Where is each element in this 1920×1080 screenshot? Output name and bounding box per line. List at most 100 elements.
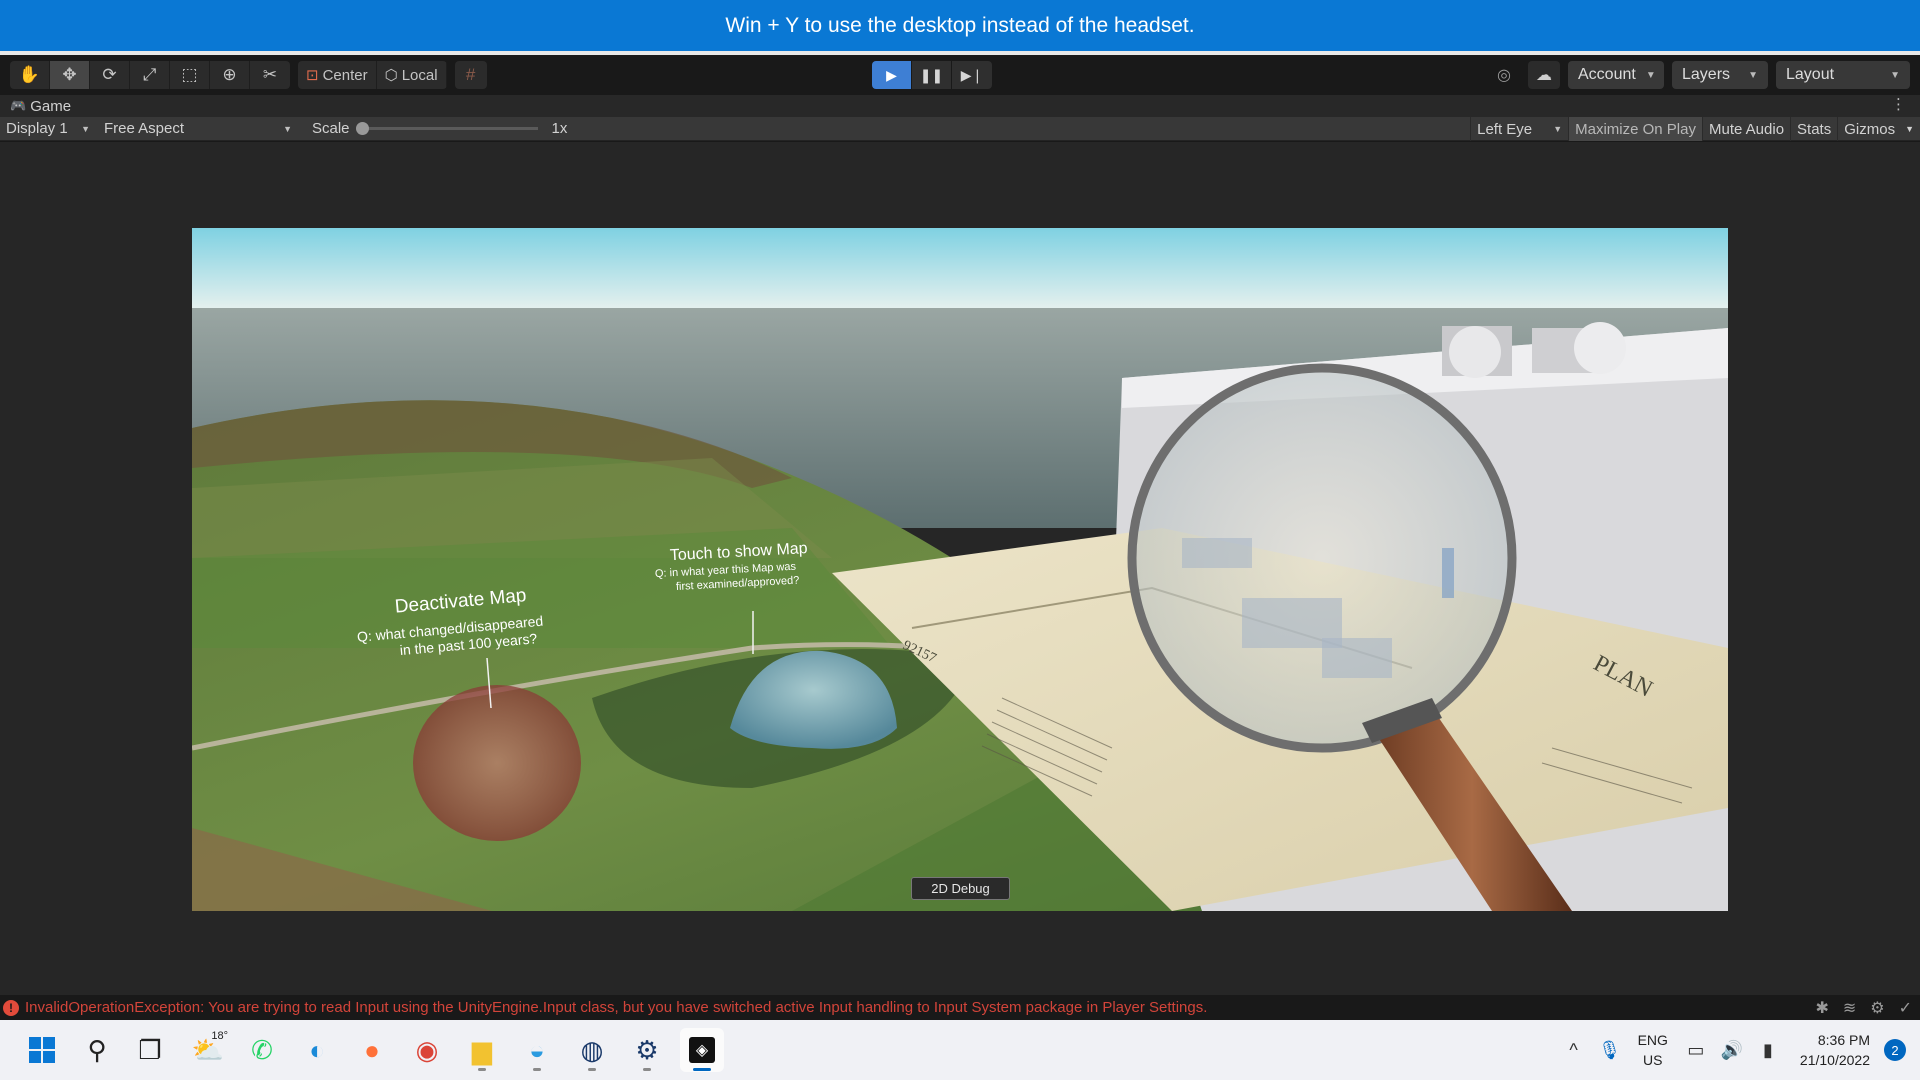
scale-slider[interactable] — [355, 122, 538, 135]
volume-icon[interactable]: 🔊 — [1714, 1040, 1750, 1061]
transform-tool-button[interactable]: ⊕ — [210, 61, 250, 89]
notification-badge[interactable]: 2 — [1884, 1039, 1906, 1061]
eye-dropdown[interactable]: Left Eye ▼ — [1470, 117, 1568, 141]
stats-toggle[interactable]: Stats — [1790, 117, 1837, 141]
start-button[interactable] — [20, 1028, 64, 1072]
tab-menu-button[interactable]: ⋮ — [1891, 95, 1906, 113]
account-dropdown[interactable]: Account ▼ — [1568, 61, 1664, 89]
rotate-tool-button[interactable]: ⟳ — [90, 61, 130, 89]
gamepad-icon: 🎮 — [10, 98, 27, 113]
chevron-down-icon: ▼ — [1553, 124, 1563, 134]
settings-app[interactable]: ⚙ — [625, 1028, 669, 1072]
tab-game-label: Game — [30, 97, 72, 115]
maximize-label: Maximize On Play — [1575, 120, 1696, 138]
system-tray: ^ 🎙 ENG US ▭ 🔊 ▮ 8:36 PM 21/10/2022 2 — [1556, 1020, 1920, 1080]
game-view-bar: Display 1 ▼ Free Aspect ▼ Scale 1x Left … — [0, 117, 1920, 141]
network-icon[interactable]: ▭ — [1678, 1040, 1714, 1061]
space-label: Local — [401, 66, 438, 84]
chrome-app[interactable]: ◉ — [405, 1028, 449, 1072]
chevron-up-icon[interactable]: ^ — [1556, 1040, 1592, 1061]
layers-stack-icon[interactable]: ≋ — [1843, 998, 1856, 1018]
tab-game[interactable]: 🎮 Game — [0, 98, 71, 115]
gizmos-dropdown[interactable]: ▼ — [1901, 117, 1920, 141]
snap-group: # — [454, 61, 487, 89]
cloud-icon: ☁ — [1536, 67, 1552, 84]
chrome-icon: ◉ — [415, 1034, 439, 1065]
display-label: Display 1 — [6, 120, 68, 137]
rect-tool-button[interactable]: ⬚ — [170, 61, 210, 89]
mixed-reality-portal-app[interactable]: ◒ — [515, 1028, 559, 1072]
account-label: Account — [1578, 66, 1636, 83]
step-button[interactable]: ▶❘ — [952, 61, 992, 89]
running-indicator — [533, 1068, 541, 1071]
2d-debug-button[interactable]: 2D Debug — [911, 877, 1010, 900]
task-view-button[interactable]: ❐ — [128, 1028, 172, 1072]
whatsapp-icon: ✆ — [251, 1034, 273, 1065]
gizmos-toggle[interactable]: Gizmos — [1837, 117, 1901, 141]
mute-audio-toggle[interactable]: Mute Audio — [1701, 117, 1790, 141]
layers-dropdown[interactable]: Layers ▼ — [1672, 61, 1768, 89]
maximize-on-play-toggle[interactable]: Maximize On Play — [1568, 117, 1702, 141]
windows-logo-icon — [29, 1037, 55, 1063]
collab-button[interactable]: ◎ — [1488, 61, 1520, 89]
firefox-app[interactable]: ● — [350, 1028, 394, 1072]
scale-value: 1x — [551, 120, 568, 137]
whatsapp-app[interactable]: ✆ — [240, 1028, 284, 1072]
2d-debug-label: 2D Debug — [931, 881, 990, 896]
search-icon: ⚲ — [87, 1034, 107, 1065]
play-controls: ▶ ❚❚ ▶❘ — [872, 61, 992, 89]
mute-label: Mute Audio — [1708, 120, 1785, 138]
active-indicator — [693, 1068, 711, 1071]
gear-icon: ⚙ — [635, 1034, 659, 1065]
custom-tool-icon: ✂ — [262, 65, 278, 84]
transform-icon: ⊕ — [222, 65, 237, 84]
pivot-local-button[interactable]: ⬡ Local — [377, 61, 447, 89]
banner-text: Win + Y to use the desktop instead of th… — [725, 13, 1195, 37]
battery-icon[interactable]: ▮ — [1750, 1040, 1786, 1061]
pivot-icon: ⊡ — [306, 67, 319, 84]
chevron-down-icon: ▼ — [1645, 69, 1656, 81]
settings-icon[interactable]: ⚙ — [1870, 998, 1884, 1018]
aspect-dropdown[interactable]: Free Aspect ▼ — [98, 117, 298, 141]
custom-tool-button[interactable]: ✂ — [250, 61, 290, 89]
scale-tool-button[interactable]: ⤢ — [130, 61, 170, 89]
move-tool-button[interactable]: ✥ — [50, 61, 90, 89]
running-indicator — [643, 1068, 651, 1071]
console-status-bar[interactable]: ! InvalidOperationException: You are try… — [0, 995, 1920, 1020]
scale-icon: ⤢ — [142, 65, 157, 84]
collab-icon: ◎ — [1497, 67, 1511, 84]
microphone-icon[interactable]: 🎙 — [1592, 1040, 1628, 1061]
windows-taskbar: ⚲ ❐ ⛅ 18° ✆ ◐ ● ◉ ▆ ◒ ◍ ⚙ ◈ ^ 🎙 ENG US ▭… — [0, 1020, 1920, 1080]
firefox-icon: ● — [364, 1034, 380, 1065]
clock[interactable]: 8:36 PM 21/10/2022 — [1800, 1030, 1870, 1070]
chevron-down-icon: ▼ — [1890, 69, 1900, 81]
error-message[interactable]: InvalidOperationException: You are tryin… — [25, 999, 1207, 1016]
status-icons: ✱ ≋ ⚙ ✓ — [1815, 998, 1912, 1018]
game-render[interactable]: 92157 PLAN Deactivate Map Q: what change… — [192, 228, 1728, 911]
play-button[interactable]: ▶ — [872, 61, 912, 89]
cloud-button[interactable]: ☁ — [1528, 61, 1560, 89]
pivot-center-button[interactable]: ⊡ Center — [298, 61, 377, 89]
edge-app[interactable]: ◐ — [295, 1028, 339, 1072]
chevron-down-icon: ▼ — [1905, 124, 1914, 134]
check-circle-icon[interactable]: ✓ — [1899, 998, 1912, 1018]
rotate-icon: ⟳ — [102, 65, 117, 84]
scale-slider-knob[interactable] — [355, 122, 369, 135]
display-dropdown[interactable]: Display 1 ▼ — [0, 117, 96, 141]
grid-snap-button[interactable]: # — [455, 61, 487, 89]
language-indicator[interactable]: ENG US — [1638, 1030, 1668, 1070]
layout-dropdown[interactable]: Layout ▼ — [1776, 61, 1910, 89]
hand-tool-button[interactable]: ✋ — [10, 61, 50, 89]
bug-icon[interactable]: ✱ — [1815, 998, 1828, 1018]
move-icon: ✥ — [62, 65, 77, 84]
steamvr-app[interactable]: ◍ — [570, 1028, 614, 1072]
file-explorer-app[interactable]: ▆ — [460, 1028, 504, 1072]
weather-widget[interactable]: ⛅ 18° — [186, 1028, 230, 1072]
search-button[interactable]: ⚲ — [75, 1028, 119, 1072]
error-icon: ! — [3, 999, 19, 1016]
pause-button[interactable]: ❚❚ — [912, 61, 952, 89]
unity-app[interactable]: ◈ — [680, 1028, 724, 1072]
layers-label: Layers — [1682, 66, 1731, 83]
toolbar-right: ◎ ☁ Account ▼ Layers ▼ Layout ▼ — [1488, 61, 1910, 89]
game-view-options: Left Eye ▼ Maximize On Play Mute Audio S… — [1470, 117, 1920, 141]
